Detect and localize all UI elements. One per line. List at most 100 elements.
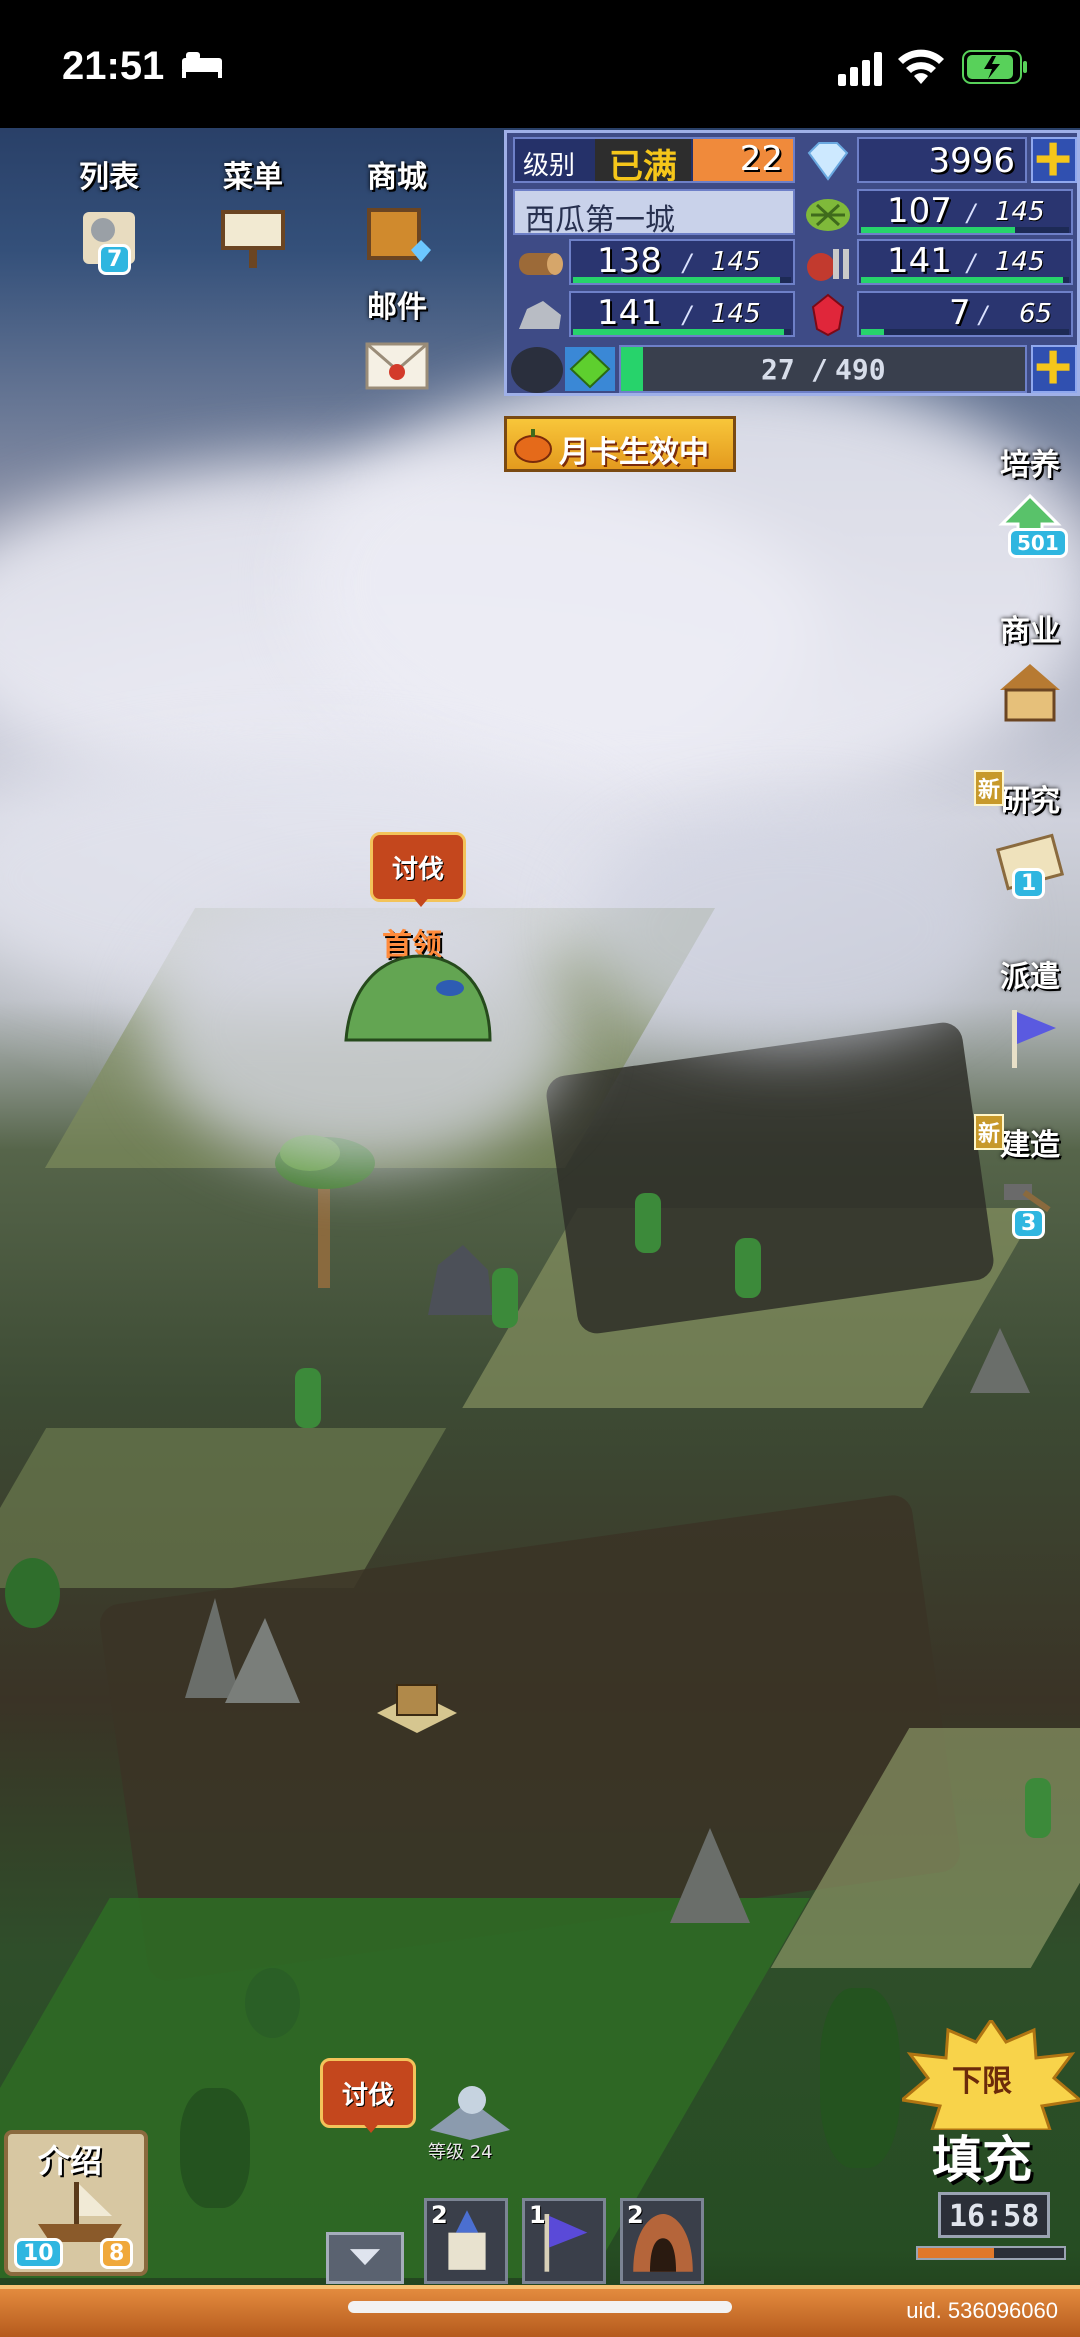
shop-label: 商城 [367, 160, 427, 195]
business-label: 商业 [1000, 614, 1060, 649]
menu-button[interactable]: 菜单 [198, 152, 308, 276]
chevron-down-icon [349, 2249, 381, 2266]
enemy-camp[interactable] [420, 2070, 520, 2140]
grass-value: 107 [887, 191, 952, 231]
research-badge: 1 [1012, 868, 1046, 899]
add-gems-button[interactable] [1031, 137, 1077, 183]
recharge-button[interactable]: 下限 填充 16:58 [902, 2020, 1080, 2270]
avatar-slot[interactable] [511, 347, 563, 393]
wood-value: 138 [597, 241, 662, 281]
slime-boss[interactable] [340, 948, 496, 1048]
collapse-button[interactable] [326, 2232, 404, 2284]
boss-attack-label: 讨伐 [391, 855, 444, 885]
wood-bar [573, 277, 781, 283]
build-button[interactable]: 新 建造 3 [974, 1114, 1072, 1246]
intro-button[interactable]: 介绍 10 8 [4, 2130, 148, 2276]
level-cell[interactable]: 级别 已满 22 [513, 137, 795, 187]
grass-max: 145 [995, 197, 1045, 227]
research-button[interactable]: 新 研究 1 [974, 770, 1072, 902]
level-status: 已满 [595, 139, 691, 187]
tree [5, 1558, 60, 1628]
mail-label: 邮件 [367, 290, 427, 325]
grass-cell: 107 / 145 [857, 189, 1073, 235]
status-bar: 21:51 [0, 0, 1080, 128]
cactus [1025, 1778, 1051, 1838]
battery-charging-icon [962, 50, 1027, 84]
flag-icon [1012, 1010, 1056, 1068]
list-label: 列表 [79, 160, 139, 195]
food-max: 145 [995, 247, 1045, 277]
shop-button[interactable]: 商城 [342, 152, 452, 276]
exp-fill [621, 347, 644, 391]
tree [820, 1988, 900, 2168]
status-time: 21:51 [62, 44, 165, 88]
unit-castle-count: 2 [431, 2201, 448, 2229]
train-label: 培养 [1000, 448, 1060, 483]
mountain [970, 1328, 1030, 1393]
gems-value: 3996 [928, 141, 1015, 181]
list-badge: 7 [98, 244, 132, 275]
food-value: 141 [887, 241, 952, 281]
cactus [295, 1368, 321, 1428]
uid-label: uid. 536096060 [906, 2298, 1058, 2323]
ruby-icon [811, 293, 845, 337]
monthly-card-label: 月卡生效中 [559, 435, 709, 470]
city-name-cell[interactable]: 西瓜第一城 [513, 189, 795, 238]
cactus [492, 1268, 518, 1328]
unit-slot-castle[interactable]: 2 [424, 2198, 508, 2284]
train-button[interactable]: 培养 501 [988, 440, 1072, 566]
home-indicator[interactable] [348, 2301, 732, 2313]
enemy-attack-sign[interactable]: 讨伐 [320, 2058, 416, 2133]
mail-icon [365, 342, 429, 390]
gems-cell: 3996 [857, 137, 1027, 183]
stone-icon [519, 301, 561, 329]
wood-cell: 138 / 145 [569, 239, 795, 285]
intro-badge-left: 10 [14, 2238, 63, 2269]
enemy-attack-label: 讨伐 [341, 2081, 394, 2111]
food-cell: 141 / 145 [857, 239, 1073, 285]
cactus [735, 1238, 761, 1298]
plus-icon [1036, 350, 1070, 384]
ship-icon [38, 2182, 122, 2242]
monthly-card-badge[interactable]: 月卡生效中 [504, 416, 736, 472]
mountain [670, 1828, 750, 1923]
tree [180, 2088, 250, 2208]
unit-slot-cave[interactable]: 2 [620, 2198, 704, 2284]
recharge-top-label: 下限 [952, 2064, 1012, 2099]
wood-log-icon [519, 253, 563, 275]
shop-icon [367, 208, 431, 262]
train-badge: 501 [1008, 528, 1068, 558]
food-bar [861, 277, 1063, 283]
add-exp-button[interactable] [1031, 345, 1077, 393]
cellular-signal-icon [838, 52, 882, 86]
city-name: 西瓜第一城 [525, 203, 675, 238]
grass-bar [861, 227, 1015, 233]
recharge-timer: 16:58 [949, 2199, 1040, 2234]
tree [245, 1968, 300, 2038]
ruby-max: 65 [1019, 299, 1053, 329]
level-label: 级别 [523, 151, 576, 181]
wifi-icon [898, 49, 944, 84]
exp-value: 27 [761, 353, 795, 386]
cactus [635, 1193, 661, 1253]
treasure-chest[interactable] [372, 1663, 462, 1743]
unit-slot-flag[interactable]: 1 [522, 2198, 606, 2284]
business-button[interactable]: 商业 [988, 606, 1072, 732]
unit-cave-count: 2 [627, 2201, 644, 2229]
dispatch-button[interactable]: 派遣 [988, 952, 1072, 1078]
plus-icon [1036, 142, 1070, 176]
green-gem-icon [565, 347, 615, 391]
enemy-level-label: 等级 24 [428, 2142, 493, 2163]
stone-value: 141 [597, 293, 662, 333]
build-badge: 3 [1012, 1208, 1046, 1239]
recharge-label: 填充 [932, 2131, 1032, 2189]
list-button[interactable]: 列表 7 [54, 152, 164, 276]
sleep-focus-icon [182, 52, 222, 78]
resource-panel: 级别 已满 22 3996 西瓜第一城 107 / 145 138 / 145 … [504, 130, 1080, 396]
rock [428, 1245, 493, 1315]
boss-attack-sign[interactable]: 讨伐 [370, 832, 466, 907]
dispatch-label: 派遣 [1000, 960, 1060, 995]
wood-max: 145 [711, 247, 761, 277]
intro-badge-right: 8 [100, 2238, 134, 2269]
mail-button[interactable]: 邮件 [342, 282, 452, 406]
